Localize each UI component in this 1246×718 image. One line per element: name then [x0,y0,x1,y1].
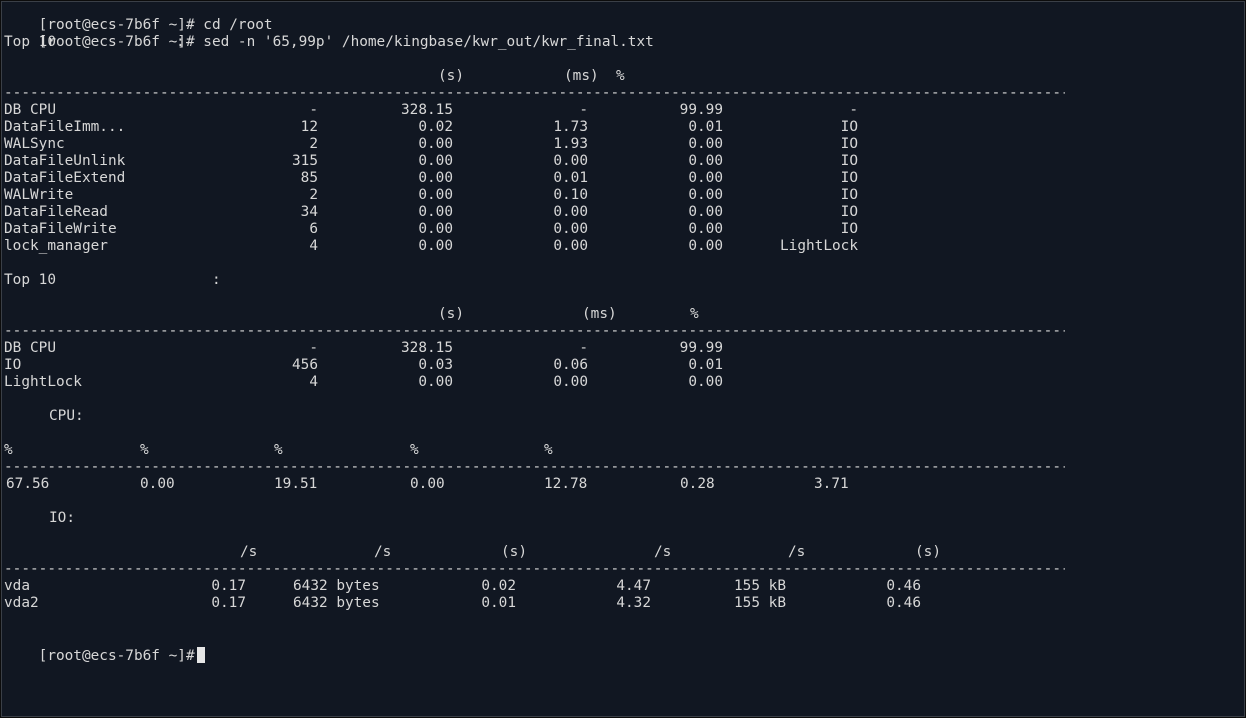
wait-classes-header: (s) (ms) % [438,306,699,322]
separator: ----------------------------------------… [4,323,1065,339]
cpu-title: CPU: [49,408,84,424]
table-row: WALSync 2 0.00 1.93 0.00 IO [4,136,858,152]
table-row: DataFileImm... 12 0.02 1.73 0.01 IO [4,119,858,135]
wait-classes-title: Top 10 : [4,272,221,288]
current-prompt-line[interactable]: [root@ecs-7b6f ~]# [4,630,205,664]
table-row: vda2 0.17 6432 bytes 0.01 4.32 155 kB 0.46 [4,595,921,611]
table-row: LightLock 4 0.00 0.00 0.00 [4,374,723,390]
cpu-values-row: 67.56 0.00 19.51 0.00 12.78 0.28 3.71 [6,476,849,492]
table-row: DataFileRead 34 0.00 0.00 0.00 IO [4,204,858,220]
io-title: IO: [49,510,75,526]
table-row: DB CPU -328.15-99.99- [4,102,858,118]
command-line-2: [root@ecs-7b6f ~]# sed -n '65,99p' /home… [4,17,654,50]
terminal-window[interactable]: [root@ecs-7b6f ~]# cd /root [root@ecs-7b… [1,1,1245,717]
command-text: sed -n '65,99p' /home/kingbase/kwr_out/k… [203,34,654,50]
separator: ----------------------------------------… [4,561,1065,577]
table-row: lock_manager 4 0.00 0.00 0.00 LightLock [4,238,858,254]
io-header: /s /s (s) /s /s (s) [240,544,941,560]
table-row: IO 456 0.03 0.06 0.01 [4,357,723,373]
table-row: DB CPU -328.15-99.99 [4,340,723,356]
wait-events-title: Top 10 : [4,34,185,50]
cpu-header: % % % % % [4,442,553,458]
table-row: DataFileUnlink 315 0.00 0.00 0.00 IO [4,153,858,169]
shell-prompt: [root@ecs-7b6f ~]# [38,34,195,50]
wait-events-header: (s) (ms) % [438,68,625,84]
separator: ----------------------------------------… [4,85,1065,101]
table-row: DataFileExtend 85 0.00 0.01 0.00 IO [4,170,858,186]
text-cursor [196,647,205,663]
table-row: WALWrite 2 0.00 0.10 0.00 IO [4,187,858,203]
command-line-1: [root@ecs-7b6f ~]# cd /root [4,2,273,33]
separator: ----------------------------------------… [4,459,1065,475]
table-row: DataFileWrite 6 0.00 0.00 0.00 IO [4,221,858,237]
table-row: vda 0.17 6432 bytes 0.02 4.47 155 kB 0.46 [4,578,921,594]
shell-prompt: [root@ecs-7b6f ~]# [38,648,195,664]
